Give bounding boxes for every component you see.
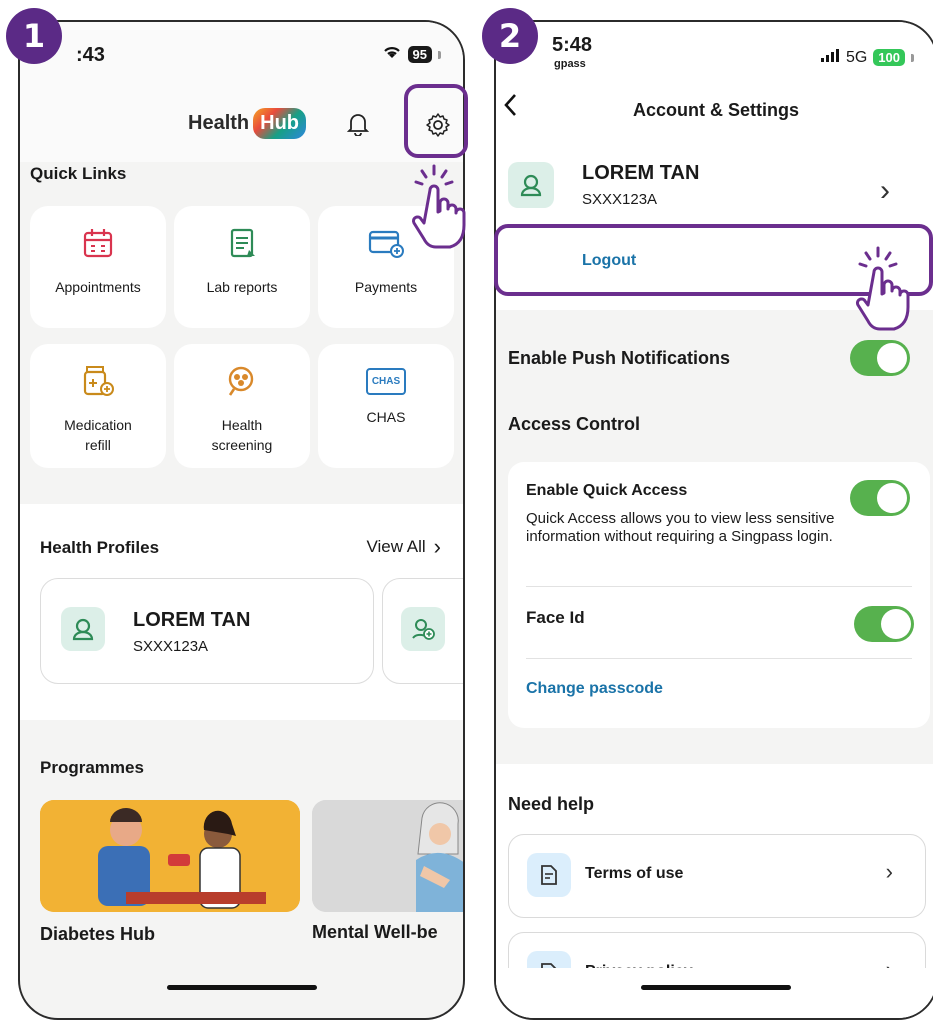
step-2-badge: 2	[482, 8, 538, 64]
add-profile-card[interactable]	[382, 578, 463, 684]
diabetes-hub-card[interactable]	[40, 800, 300, 912]
tile-label: Appointments	[55, 279, 141, 295]
phone-home-screen: :43 95 Health Hub Quick Links Appointmen…	[18, 20, 465, 1020]
status-time: 5:48	[552, 34, 593, 56]
tap-hand-icon	[852, 244, 916, 337]
tile-label: Lab reports	[206, 279, 278, 295]
profile-name: LOREM TAN	[582, 162, 700, 184]
magnifier-icon	[225, 364, 259, 403]
phone-settings-screen: 5:48 gpass 5G 100 Account & Settings LOR…	[494, 20, 933, 1020]
document-icon	[527, 853, 571, 897]
chas-icon-text: CHAS	[371, 376, 401, 387]
status-bar-right: 95	[382, 44, 441, 65]
face-id-label: Face Id	[526, 608, 585, 627]
avatar-icon	[508, 162, 554, 208]
quick-access-toggle[interactable]	[850, 480, 910, 516]
access-control-card: Enable Quick Access Quick Access allows …	[508, 462, 930, 728]
home-indicator	[166, 985, 317, 990]
quick-link-appointments[interactable]: Appointments	[30, 206, 166, 328]
mental-wellbeing-illustration	[312, 800, 463, 912]
terms-of-use-label: Terms of use	[585, 865, 684, 882]
nav-bar: Account & Settings	[496, 82, 933, 135]
programme-label-mental: Mental Well-be	[312, 922, 438, 942]
page-title: Account & Settings	[632, 100, 799, 120]
change-passcode-link[interactable]: Change passcode	[526, 680, 663, 698]
divider	[526, 586, 912, 587]
home-indicator	[641, 985, 791, 990]
logo-hub-text: Hub	[253, 108, 307, 139]
programmes-title: Programmes	[40, 758, 144, 777]
mental-wellbeing-card[interactable]	[312, 800, 463, 912]
quick-access-description: Quick Access allows you to view less sen…	[526, 510, 835, 545]
clipboard-icon	[225, 226, 259, 265]
signal-icon	[820, 48, 840, 67]
push-notifications-toggle[interactable]	[850, 340, 910, 376]
battery-level: 95	[407, 46, 432, 63]
bell-icon[interactable]	[344, 110, 372, 138]
add-profile-icon	[401, 607, 445, 651]
tile-label: Payments	[354, 279, 418, 295]
quick-links-title: Quick Links	[30, 164, 127, 183]
chas-icon: CHAS	[365, 368, 407, 395]
quick-access-label: Enable Quick Access	[526, 482, 688, 499]
tile-label: CHAS	[366, 409, 406, 425]
face-id-toggle[interactable]	[854, 606, 914, 642]
tile-label: Health screening	[211, 417, 273, 453]
app-header	[20, 22, 463, 162]
divider	[526, 658, 912, 659]
quick-link-lab-reports[interactable]: Lab reports	[174, 206, 310, 328]
step-1-badge: 1	[6, 8, 62, 64]
profile-id: SXXX123A	[133, 638, 209, 655]
status-time: :43	[76, 44, 105, 66]
quick-link-medication-refill[interactable]: Medication refill	[30, 344, 166, 468]
programme-label-diabetes: Diabetes Hub	[40, 924, 156, 944]
access-control-title: Access Control	[508, 414, 641, 434]
chevron-right-icon: ›	[885, 859, 893, 884]
quick-link-health-screening[interactable]: Health screening	[174, 344, 310, 468]
quick-link-chas[interactable]: CHAS CHAS	[318, 344, 454, 468]
network-type: 5G	[845, 48, 868, 66]
settings-highlight	[404, 84, 468, 158]
battery-nub	[438, 50, 441, 59]
status-bar-right: 5G 100	[820, 48, 914, 67]
battery-level: 100	[873, 49, 905, 66]
calendar-icon	[81, 226, 115, 265]
profile-card[interactable]: LOREM TAN SXXX123A	[40, 578, 374, 684]
card-icon	[367, 226, 405, 265]
healthhub-logo: Health Hub	[188, 108, 307, 139]
medicine-bottle-icon	[80, 364, 116, 403]
profile-id: SXXX123A	[582, 191, 658, 208]
tap-hand-icon	[408, 162, 472, 255]
chevron-right-icon[interactable]: ›	[880, 174, 890, 208]
terms-of-use-item[interactable]: Terms of use ›	[508, 834, 926, 918]
tile-label: Medication refill	[64, 417, 132, 453]
view-all-label: View All	[366, 537, 426, 556]
diabetes-illustration	[40, 800, 300, 912]
view-all-link[interactable]: View All ›	[366, 534, 441, 560]
status-carrier: gpass	[554, 58, 586, 70]
profile-info[interactable]: LOREM TAN SXXX123A	[582, 162, 699, 208]
chevron-right-icon: ›	[433, 534, 441, 559]
need-help-title: Need help	[508, 794, 595, 814]
avatar-icon	[61, 607, 105, 651]
health-profiles-title: Health Profiles	[40, 538, 160, 557]
push-notifications-label: Enable Push Notifications	[508, 348, 731, 368]
battery-nub	[911, 53, 914, 62]
bottom-safe-area	[496, 968, 933, 1018]
profile-name: LOREM TAN	[133, 609, 251, 631]
wifi-icon	[382, 44, 402, 65]
logo-health-text: Health	[188, 112, 250, 134]
